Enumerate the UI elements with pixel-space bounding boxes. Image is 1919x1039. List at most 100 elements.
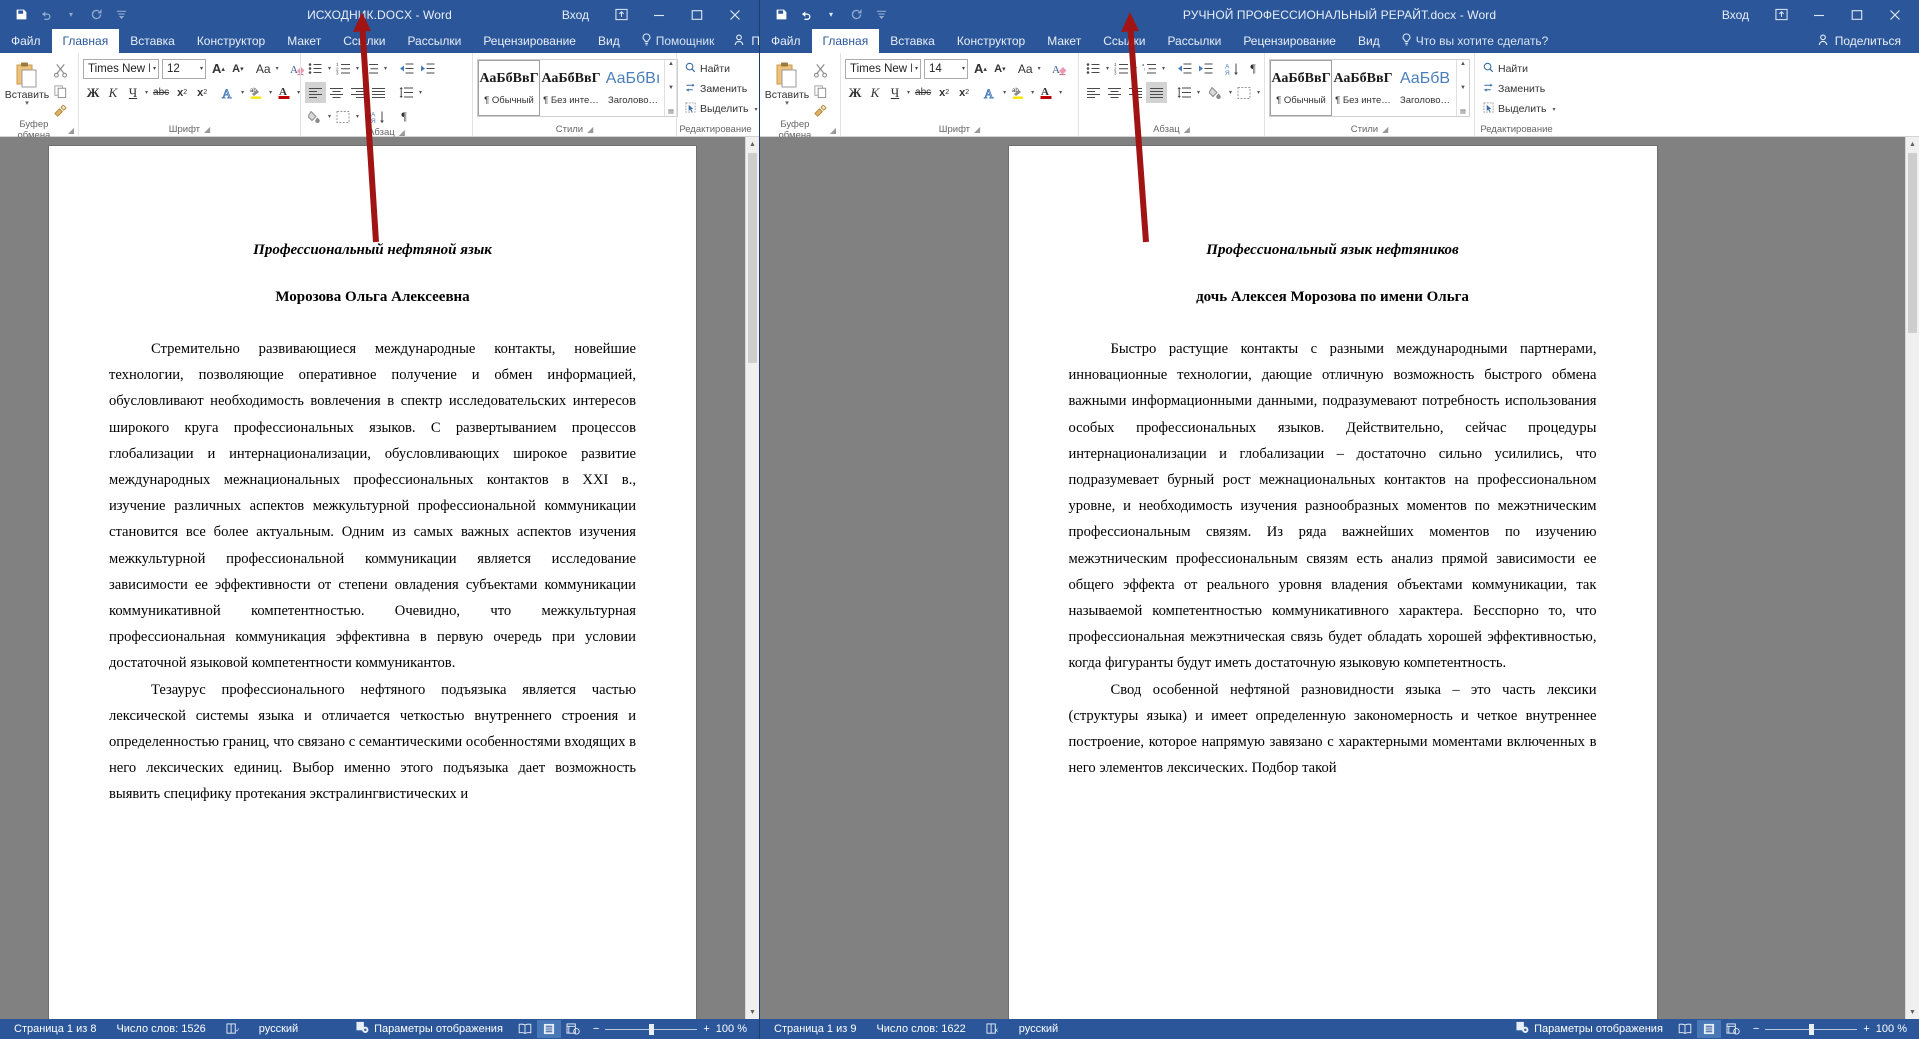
status-word-count[interactable]: Число слов: 1526 xyxy=(106,1023,215,1035)
gallery-down-icon[interactable]: ▼ xyxy=(668,85,674,91)
line-spacing-dropdown-icon[interactable]: ▾ xyxy=(417,89,424,96)
borders-icon[interactable] xyxy=(1234,82,1255,103)
undo-icon[interactable] xyxy=(35,4,57,26)
vertical-scrollbar[interactable]: ▲ ▼ xyxy=(745,137,759,1019)
tab-layout[interactable]: Макет xyxy=(276,29,332,53)
close-button[interactable] xyxy=(1877,1,1913,29)
tab-view[interactable]: Вид xyxy=(1347,29,1391,53)
font-dialog-launcher-icon[interactable]: ◢ xyxy=(204,125,210,134)
line-spacing-icon[interactable] xyxy=(396,82,417,103)
maximize-button[interactable] xyxy=(1839,1,1875,29)
gallery-down-icon[interactable]: ▼ xyxy=(1460,85,1466,91)
paragraph-dialog-launcher-icon[interactable]: ◢ xyxy=(1184,125,1190,134)
read-mode-icon[interactable] xyxy=(1673,1020,1697,1038)
font-size-input[interactable]: 12 ▾ xyxy=(162,58,206,79)
font-size-input[interactable]: 14 ▾ xyxy=(924,58,968,79)
highlight-color-icon[interactable]: ab xyxy=(1008,82,1029,103)
redo-icon[interactable] xyxy=(845,4,867,26)
shading-dropdown-icon[interactable]: ▾ xyxy=(1227,89,1234,96)
subscript-button[interactable]: x2 xyxy=(172,82,192,103)
styles-dialog-launcher-icon[interactable]: ◢ xyxy=(1382,125,1388,134)
style-no-spacing[interactable]: АаБбВвГ ¶ Без инте… xyxy=(1332,60,1394,116)
tell-me-box[interactable]: Что вы хотите сделать? xyxy=(1391,29,1559,53)
styles-gallery[interactable]: АаБбВвГ ¶ Обычный АаБбВвГ ¶ Без инте… Аа… xyxy=(1269,59,1470,117)
shading-icon[interactable] xyxy=(305,106,326,127)
font-name-dropdown-icon[interactable]: ▾ xyxy=(150,65,156,72)
tab-design[interactable]: Конструктор xyxy=(186,29,276,53)
save-icon[interactable] xyxy=(10,4,32,26)
tab-references[interactable]: Ссылки xyxy=(332,29,396,53)
zoom-slider-knob[interactable] xyxy=(1809,1023,1815,1035)
quick-access-toolbar[interactable]: ▾ xyxy=(760,4,892,26)
grow-font-icon[interactable]: A ▴ xyxy=(968,58,990,79)
font-size-dropdown-icon[interactable]: ▾ xyxy=(197,65,203,72)
decrease-indent-icon[interactable] xyxy=(396,58,417,79)
tab-review[interactable]: Рецензирование xyxy=(472,29,587,53)
grow-font-icon[interactable]: A ▴ xyxy=(206,58,228,79)
underline-button[interactable]: Ч xyxy=(123,82,143,103)
line-spacing-icon[interactable] xyxy=(1174,82,1195,103)
tab-file[interactable]: Файл xyxy=(760,29,812,53)
shrink-font-icon[interactable]: A ▾ xyxy=(228,58,248,79)
undo-dropdown-icon[interactable]: ▾ xyxy=(60,4,82,26)
change-case-icon[interactable]: Aa xyxy=(1015,58,1036,79)
zoom-in-icon[interactable]: + xyxy=(1863,1023,1869,1035)
minimize-button[interactable] xyxy=(641,1,677,29)
text-effects-icon[interactable]: A xyxy=(980,82,1001,103)
numbering-dropdown-icon[interactable]: ▾ xyxy=(354,65,361,72)
styles-gallery[interactable]: АаБбВвГ ¶ Обычный АаБбВвГ ¶ Без инте… Аа… xyxy=(477,59,678,117)
gallery-up-icon[interactable]: ▲ xyxy=(668,61,674,67)
text-effects-dropdown-icon[interactable]: ▾ xyxy=(1001,89,1008,96)
zoom-control[interactable]: − + 100 % xyxy=(1745,1023,1915,1035)
shading-dropdown-icon[interactable]: ▾ xyxy=(326,113,333,120)
scroll-down-icon[interactable]: ▼ xyxy=(746,1005,759,1019)
ribbon-tab-bar[interactable]: Файл Главная Вставка Конструктор Макет С… xyxy=(760,29,1919,53)
tab-design[interactable]: Конструктор xyxy=(946,29,1036,53)
strikethrough-button[interactable]: abc xyxy=(912,82,934,103)
tab-file[interactable]: Файл xyxy=(0,29,52,53)
italic-button[interactable]: К xyxy=(103,82,123,103)
customize-qat-icon[interactable] xyxy=(110,4,132,26)
paste-button[interactable]: Вставить ▾ xyxy=(4,58,50,107)
status-page[interactable]: Страница 1 из 8 xyxy=(4,1023,106,1035)
scrollbar-thumb[interactable] xyxy=(748,153,757,363)
font-name-input[interactable]: Times New R ▾ xyxy=(83,58,159,79)
show-formatting-marks-icon[interactable]: ¶ xyxy=(394,106,414,127)
tab-home[interactable]: Главная xyxy=(811,29,880,53)
quick-access-toolbar[interactable]: ▾ xyxy=(0,4,132,26)
styles-gallery-scroll[interactable]: ▲ ▼ ▤ xyxy=(1456,60,1469,116)
numbering-dropdown-icon[interactable]: ▾ xyxy=(1132,65,1139,72)
change-case-icon[interactable]: Aa xyxy=(253,58,274,79)
multilevel-list-icon[interactable]: ai xyxy=(361,58,382,79)
status-language[interactable]: русский xyxy=(1009,1023,1068,1035)
paste-dropdown-icon[interactable]: ▾ xyxy=(25,100,29,107)
justify-icon[interactable] xyxy=(1146,82,1167,103)
share-button[interactable]: Поделиться xyxy=(1808,34,1911,49)
bullets-icon[interactable] xyxy=(305,58,326,79)
find-button[interactable]: Найти xyxy=(1479,59,1532,79)
align-right-icon[interactable] xyxy=(1125,82,1146,103)
spellcheck-icon[interactable]: x xyxy=(976,1023,1009,1035)
change-case-dropdown-icon[interactable]: ▾ xyxy=(274,65,281,72)
sort-icon[interactable]: АЯ xyxy=(1222,58,1243,79)
italic-button[interactable]: К xyxy=(865,82,885,103)
zoom-slider[interactable] xyxy=(605,1023,698,1035)
status-word-count[interactable]: Число слов: 1622 xyxy=(866,1023,975,1035)
zoom-out-icon[interactable]: − xyxy=(593,1023,599,1035)
shading-icon[interactable] xyxy=(1206,82,1227,103)
align-left-icon[interactable] xyxy=(305,82,326,103)
styles-dialog-launcher-icon[interactable]: ◢ xyxy=(587,125,593,134)
show-formatting-marks-icon[interactable]: ¶ xyxy=(1243,58,1263,79)
redo-icon[interactable] xyxy=(85,4,107,26)
undo-dropdown-icon[interactable]: ▾ xyxy=(820,4,842,26)
strikethrough-button[interactable]: abc xyxy=(150,82,172,103)
vertical-scrollbar[interactable]: ▲ ▼ xyxy=(1905,137,1919,1019)
copy-icon[interactable] xyxy=(50,81,71,102)
find-button[interactable]: Найти xyxy=(681,59,734,79)
clear-formatting-icon[interactable]: A xyxy=(1049,58,1071,79)
increase-indent-icon[interactable] xyxy=(1195,58,1216,79)
font-name-dropdown-icon[interactable]: ▾ xyxy=(912,65,918,72)
paste-dropdown-icon[interactable]: ▾ xyxy=(785,100,789,107)
sort-icon[interactable]: АЯ xyxy=(368,106,389,127)
borders-icon[interactable] xyxy=(333,106,354,127)
